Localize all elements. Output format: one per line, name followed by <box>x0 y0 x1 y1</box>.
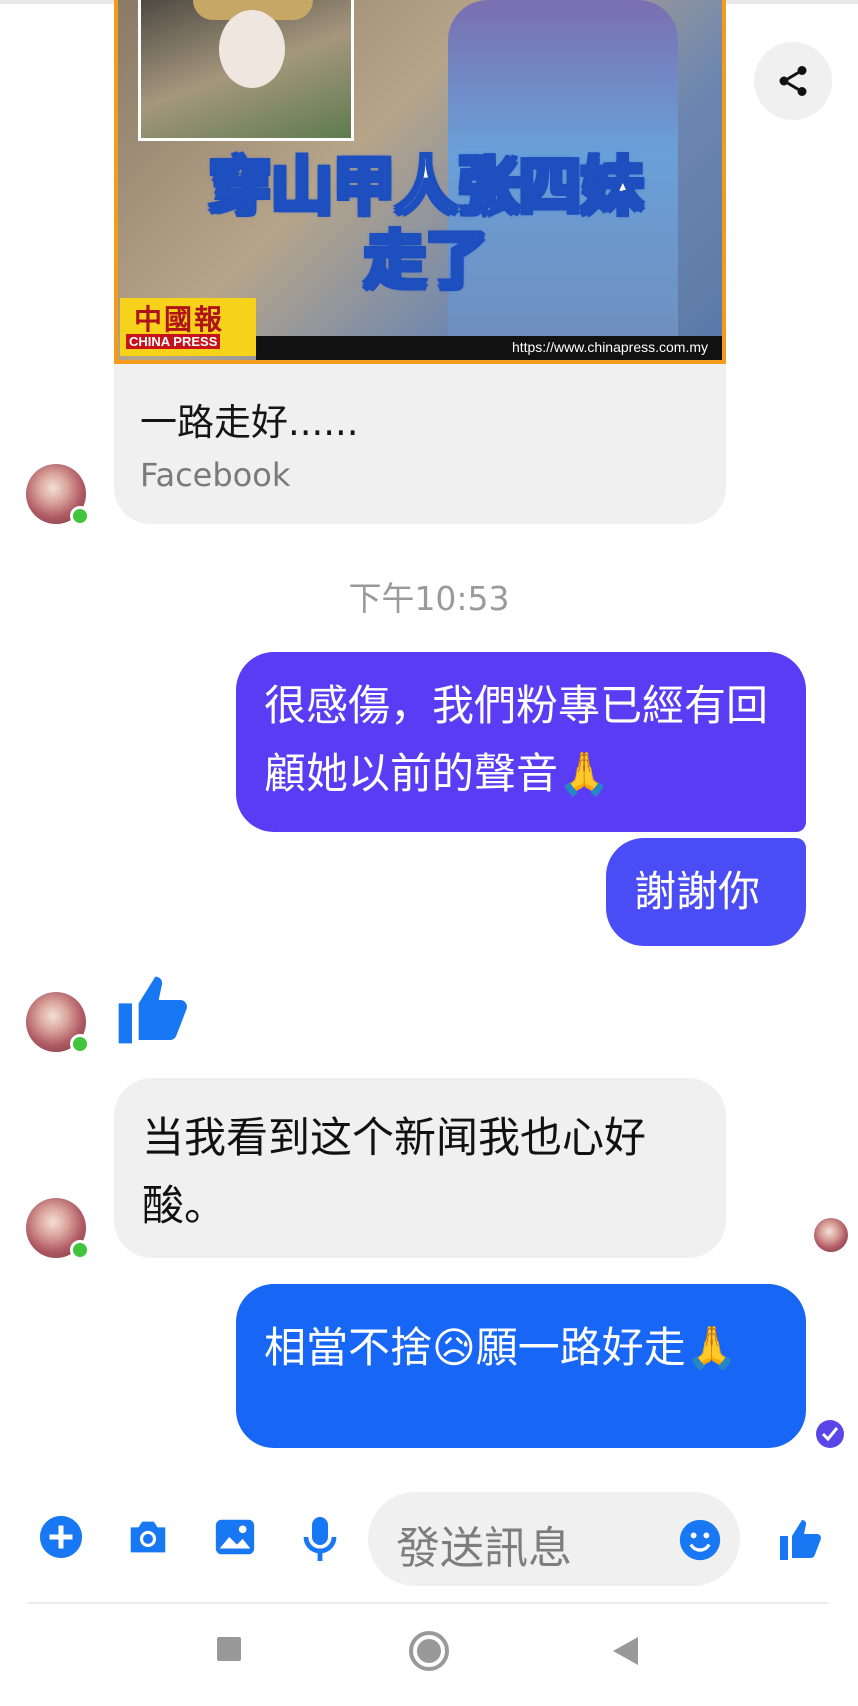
emoji-icon <box>679 1519 721 1561</box>
image-headline: 穿山甲人张四妹 走了 <box>207 149 644 299</box>
outgoing-message[interactable]: 相當不捨😥願一路好走🙏 <box>236 1284 806 1448</box>
seen-check-icon <box>816 1420 844 1448</box>
share-button[interactable] <box>754 42 832 120</box>
emoji-button[interactable] <box>678 1518 722 1566</box>
home-button[interactable] <box>408 1630 450 1676</box>
camera-icon <box>130 1521 166 1553</box>
online-indicator <box>70 506 90 526</box>
gallery-button[interactable] <box>212 1514 258 1564</box>
avatar[interactable] <box>26 1198 90 1260</box>
add-button[interactable] <box>38 1514 84 1564</box>
square-icon <box>217 1637 241 1661</box>
share-icon <box>779 66 807 96</box>
online-indicator <box>70 1240 90 1260</box>
image-url-strip: https://www.chinapress.com.my <box>256 336 722 360</box>
outgoing-message[interactable]: 謝謝你 <box>606 838 806 946</box>
incoming-like-message[interactable] <box>112 970 192 1054</box>
plus-icon <box>39 1515 83 1559</box>
thumbs-up-icon <box>780 1520 821 1560</box>
message-input[interactable]: 發送訊息 <box>368 1492 740 1586</box>
incoming-message[interactable]: 当我看到这个新闻我也心好酸。 <box>114 1078 726 1258</box>
face-shape <box>219 10 285 88</box>
online-indicator <box>70 1034 90 1054</box>
image-url-text: https://www.chinapress.com.my <box>511 339 708 355</box>
send-like-button[interactable] <box>776 1516 824 1568</box>
inset-photo <box>138 0 354 141</box>
message-placeholder: 發送訊息 <box>396 1523 572 1574</box>
logo-chinese-text: 中國報 <box>134 303 225 336</box>
recents-button[interactable] <box>216 1636 242 1666</box>
avatar[interactable] <box>26 464 90 526</box>
avatar[interactable] <box>26 992 90 1054</box>
back-triangle-icon <box>613 1637 638 1665</box>
message-timestamp: 下午10:53 <box>348 579 510 618</box>
link-title: 一路走好...... <box>140 401 359 444</box>
seen-avatar <box>814 1218 848 1252</box>
thumbs-up-icon <box>118 976 187 1044</box>
logo-english-text: CHINA PRESS <box>126 334 221 349</box>
shared-link-card[interactable]: 穿山甲人张四妹 走了 中國報 CHINA PRESS https://www.c… <box>114 0 726 524</box>
china-press-logo: 中國報 CHINA PRESS <box>120 298 256 356</box>
microphone-icon <box>303 1517 337 1561</box>
back-button[interactable] <box>612 1636 640 1670</box>
voice-button[interactable] <box>300 1514 340 1568</box>
outgoing-message[interactable]: 很感傷，我們粉專已經有回顧她以前的聲音🙏 <box>236 652 806 832</box>
link-preview-image[interactable]: 穿山甲人张四妹 走了 中國報 CHINA PRESS https://www.c… <box>114 0 726 364</box>
link-source: Facebook <box>140 456 291 494</box>
nav-divider <box>28 1602 828 1604</box>
image-icon <box>215 1519 255 1555</box>
camera-button[interactable] <box>124 1514 172 1564</box>
home-circle-icon <box>409 1631 449 1671</box>
